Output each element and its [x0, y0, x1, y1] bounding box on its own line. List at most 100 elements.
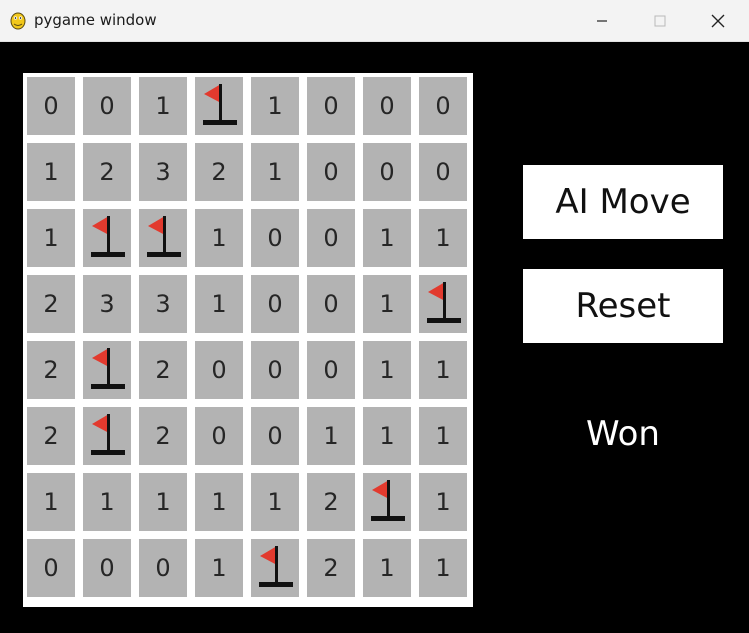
- revealed-cell[interactable]: 1: [419, 209, 467, 267]
- revealed-cell[interactable]: 3: [83, 275, 131, 333]
- revealed-cell[interactable]: 2: [139, 341, 187, 399]
- revealed-cell[interactable]: 0: [139, 539, 187, 597]
- revealed-cell[interactable]: 0: [307, 341, 355, 399]
- revealed-cell[interactable]: 1: [419, 539, 467, 597]
- flagged-cell[interactable]: [195, 77, 243, 135]
- cell-number: 0: [43, 554, 59, 582]
- title-bar: pygame window: [0, 0, 749, 42]
- flagged-cell[interactable]: [139, 209, 187, 267]
- minimize-button[interactable]: [573, 0, 631, 42]
- cell-number: 2: [211, 158, 227, 186]
- revealed-cell[interactable]: 0: [83, 539, 131, 597]
- cell-number: 0: [267, 290, 283, 318]
- flagged-cell[interactable]: [83, 209, 131, 267]
- revealed-cell[interactable]: 1: [83, 473, 131, 531]
- revealed-cell[interactable]: 1: [139, 473, 187, 531]
- revealed-cell[interactable]: 0: [307, 275, 355, 333]
- revealed-cell[interactable]: 1: [307, 407, 355, 465]
- revealed-cell[interactable]: 1: [363, 341, 411, 399]
- revealed-cell[interactable]: 0: [251, 407, 299, 465]
- revealed-cell[interactable]: 0: [251, 275, 299, 333]
- revealed-cell[interactable]: 2: [27, 407, 75, 465]
- revealed-cell[interactable]: 1: [139, 77, 187, 135]
- flag-icon: [91, 216, 125, 257]
- cell-number: 2: [323, 554, 339, 582]
- flag-icon: [259, 546, 293, 587]
- revealed-cell[interactable]: 1: [251, 77, 299, 135]
- revealed-cell[interactable]: 0: [363, 77, 411, 135]
- revealed-cell[interactable]: 0: [27, 539, 75, 597]
- revealed-cell[interactable]: 0: [307, 209, 355, 267]
- cell-number: 2: [43, 422, 59, 450]
- reset-button[interactable]: Reset: [523, 269, 723, 343]
- game-status-text: Won: [586, 414, 660, 454]
- game-canvas: 0 0 1 1 0 0 0 1 2 3 2 1 0 0 0 1 1 0 0 1 1 2 3 3 1 0 0 1 2 2 0 0 0 1 1 2 2 0 0 1…: [0, 42, 749, 633]
- cell-number: 2: [43, 290, 59, 318]
- maximize-icon: [654, 15, 666, 27]
- revealed-cell[interactable]: 0: [307, 143, 355, 201]
- flag-icon: [147, 216, 181, 257]
- revealed-cell[interactable]: 0: [195, 341, 243, 399]
- revealed-cell[interactable]: 1: [195, 473, 243, 531]
- flag-icon: [371, 480, 405, 521]
- revealed-cell[interactable]: 1: [251, 473, 299, 531]
- revealed-cell[interactable]: 0: [251, 341, 299, 399]
- revealed-cell[interactable]: 2: [139, 407, 187, 465]
- revealed-cell[interactable]: 1: [251, 143, 299, 201]
- revealed-cell[interactable]: 1: [27, 473, 75, 531]
- revealed-cell[interactable]: 1: [419, 341, 467, 399]
- revealed-cell[interactable]: 2: [27, 341, 75, 399]
- cell-number: 0: [267, 356, 283, 384]
- revealed-cell[interactable]: 1: [363, 275, 411, 333]
- revealed-cell[interactable]: 1: [27, 143, 75, 201]
- cell-number: 1: [43, 224, 59, 252]
- revealed-cell[interactable]: 0: [419, 143, 467, 201]
- revealed-cell[interactable]: 0: [83, 77, 131, 135]
- revealed-cell[interactable]: 1: [195, 209, 243, 267]
- revealed-cell[interactable]: 1: [419, 473, 467, 531]
- revealed-cell[interactable]: 2: [83, 143, 131, 201]
- cell-number: 2: [99, 158, 115, 186]
- revealed-cell[interactable]: 2: [27, 275, 75, 333]
- cell-number: 0: [379, 92, 395, 120]
- cell-number: 1: [43, 158, 59, 186]
- flagged-cell[interactable]: [419, 275, 467, 333]
- flagged-cell[interactable]: [251, 539, 299, 597]
- revealed-cell[interactable]: 0: [195, 407, 243, 465]
- revealed-cell[interactable]: 0: [27, 77, 75, 135]
- cell-number: 3: [155, 290, 171, 318]
- close-button[interactable]: [689, 0, 747, 42]
- revealed-cell[interactable]: 1: [363, 407, 411, 465]
- cell-number: 0: [267, 422, 283, 450]
- flag-icon: [91, 414, 125, 455]
- flagged-cell[interactable]: [363, 473, 411, 531]
- cell-number: 3: [99, 290, 115, 318]
- revealed-cell[interactable]: 0: [307, 77, 355, 135]
- flagged-cell[interactable]: [83, 341, 131, 399]
- flagged-cell[interactable]: [83, 407, 131, 465]
- revealed-cell[interactable]: 1: [363, 539, 411, 597]
- revealed-cell[interactable]: 0: [419, 77, 467, 135]
- cell-number: 1: [99, 488, 115, 516]
- revealed-cell[interactable]: 0: [363, 143, 411, 201]
- cell-number: 1: [211, 554, 227, 582]
- revealed-cell[interactable]: 1: [27, 209, 75, 267]
- revealed-cell[interactable]: 2: [195, 143, 243, 201]
- cell-number: 1: [267, 488, 283, 516]
- revealed-cell[interactable]: 1: [363, 209, 411, 267]
- cell-number: 2: [155, 356, 171, 384]
- revealed-cell[interactable]: 1: [195, 539, 243, 597]
- revealed-cell[interactable]: 2: [307, 539, 355, 597]
- revealed-cell[interactable]: 1: [419, 407, 467, 465]
- revealed-cell[interactable]: 3: [139, 143, 187, 201]
- cell-number: 1: [435, 422, 451, 450]
- cell-number: 0: [435, 92, 451, 120]
- revealed-cell[interactable]: 2: [307, 473, 355, 531]
- revealed-cell[interactable]: 3: [139, 275, 187, 333]
- maximize-button[interactable]: [631, 0, 689, 42]
- cell-number: 1: [435, 554, 451, 582]
- revealed-cell[interactable]: 1: [195, 275, 243, 333]
- revealed-cell[interactable]: 0: [251, 209, 299, 267]
- cell-number: 0: [323, 224, 339, 252]
- ai-move-button[interactable]: AI Move: [523, 165, 723, 239]
